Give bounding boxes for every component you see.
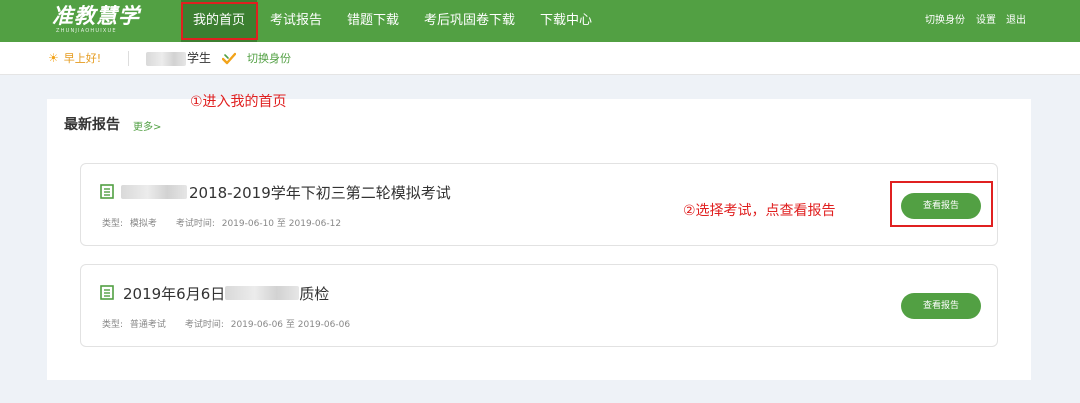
exam-time: 2019-06-06 至 2019-06-06 bbox=[230, 320, 351, 330]
logo[interactable]: 准教慧学 ZHUNJIAOHUIXUE bbox=[52, 4, 140, 35]
report-title[interactable]: 2019年6月6日 质检 bbox=[123, 283, 329, 304]
annotation-highlight-home bbox=[181, 2, 258, 40]
annotation-step-1: ①进入我的首页 bbox=[190, 94, 287, 110]
logout-link[interactable]: 退出 bbox=[1006, 0, 1026, 42]
report-card: 2018-2019学年下初三第二轮模拟考试 类型: 模拟考 考试时间: 2019… bbox=[80, 163, 998, 246]
report-meta: 类型: 模拟考 考试时间: 2019-06-10 至 2019-06-12 bbox=[102, 216, 341, 229]
time-label: 考试时间: bbox=[184, 320, 224, 330]
more-link[interactable]: 更多> bbox=[133, 118, 161, 133]
report-title-date: 2019年6月6日 bbox=[123, 285, 226, 303]
nav-item-consolidation-paper[interactable]: 考后巩固卷下载 bbox=[424, 0, 515, 42]
blurred-school-name bbox=[121, 185, 187, 199]
user-role: 学生 bbox=[187, 51, 212, 65]
switch-identity-link[interactable]: 切换身份 bbox=[925, 0, 965, 42]
report-card: 2019年6月6日 质检 类型: 普通考试 考试时间: 2019-06-06 至 … bbox=[80, 264, 998, 347]
exam-time: 2019-06-10 至 2019-06-12 bbox=[221, 219, 342, 229]
switch-identity-button[interactable]: 切换身份 bbox=[247, 42, 291, 75]
settings-link[interactable]: 设置 bbox=[976, 0, 996, 42]
report-title-suffix: 质检 bbox=[299, 285, 330, 303]
divider bbox=[128, 51, 129, 66]
document-icon bbox=[100, 285, 114, 300]
sun-icon: ☀ bbox=[48, 51, 59, 65]
top-nav-bar: 准教慧学 ZHUNJIAOHUIXUE 我的首页 考试报告 错题下载 考后巩固卷… bbox=[0, 0, 1080, 42]
verified-check-icon bbox=[222, 52, 236, 65]
annotation-step-2: ②选择考试，点查看报告 bbox=[683, 203, 836, 219]
document-icon bbox=[100, 184, 114, 199]
nav-item-wrong-questions[interactable]: 错题下载 bbox=[347, 0, 399, 42]
exam-type: 普通考试 bbox=[129, 320, 166, 330]
greeting-bar: ☀ 早上好! 学生 切换身份 bbox=[0, 42, 1080, 75]
greeting-text: 早上好! bbox=[63, 52, 102, 65]
blurred-school-name bbox=[225, 286, 300, 300]
view-report-button[interactable]: 查看报告 bbox=[901, 293, 981, 319]
greeting: ☀ 早上好! bbox=[48, 42, 101, 75]
annotation-highlight-view-button bbox=[890, 181, 993, 227]
time-label: 考试时间: bbox=[175, 219, 215, 229]
nav-item-download-center[interactable]: 下载中心 bbox=[540, 0, 592, 42]
nav-item-exam-report[interactable]: 考试报告 bbox=[270, 0, 322, 42]
exam-type: 模拟考 bbox=[129, 219, 157, 229]
type-label: 类型: bbox=[102, 320, 124, 330]
report-meta: 类型: 普通考试 考试时间: 2019-06-06 至 2019-06-06 bbox=[102, 317, 350, 330]
section-title: 最新报告 bbox=[64, 117, 120, 133]
blurred-name bbox=[146, 52, 186, 66]
logo-text: 准教慧学 bbox=[52, 4, 140, 28]
type-label: 类型: bbox=[102, 219, 124, 229]
logo-subtext: ZHUNJIAOHUIXUE bbox=[56, 28, 117, 34]
report-title[interactable]: 2018-2019学年下初三第二轮模拟考试 bbox=[189, 182, 451, 203]
